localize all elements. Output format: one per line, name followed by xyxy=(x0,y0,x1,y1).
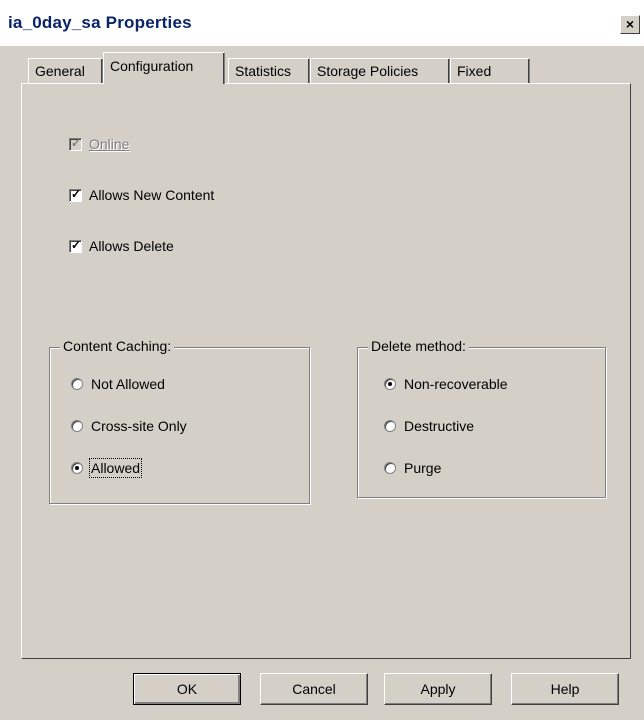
properties-dialog: ia_0day_sa Properties × General Configur… xyxy=(0,0,644,720)
radio-button[interactable] xyxy=(384,462,396,474)
help-button[interactable]: Help xyxy=(511,673,619,705)
check-icon: ✓ xyxy=(71,135,82,150)
allows-delete-checkbox[interactable]: ✓ xyxy=(69,237,82,253)
radio-button[interactable] xyxy=(71,420,83,432)
allows-new-content-label: Allows New Content xyxy=(89,187,215,203)
radio-label: Non-recoverable xyxy=(404,376,508,392)
allows-new-content-checkbox[interactable]: ✓ xyxy=(69,186,82,202)
allows-new-content-row[interactable]: ✓ Allows New Content xyxy=(69,184,214,206)
ok-button[interactable]: OK xyxy=(133,673,241,705)
title-bar[interactable]: ia_0day_sa Properties × xyxy=(0,0,644,46)
radio-non-recoverable[interactable]: Non-recoverable xyxy=(384,373,508,395)
delete-method-legend: Delete method: xyxy=(368,338,469,354)
radio-allowed[interactable]: Allowed xyxy=(71,457,143,479)
radio-label: Not Allowed xyxy=(91,376,165,392)
radio-label: Purge xyxy=(404,460,442,476)
online-checkbox[interactable]: ✓ xyxy=(69,135,82,151)
allows-delete-label: Allows Delete xyxy=(89,238,174,254)
check-icon: ✓ xyxy=(71,186,82,201)
radio-label: Cross-site Only xyxy=(91,418,187,434)
online-checkbox-row[interactable]: ✓ Online xyxy=(69,133,129,155)
tab-statistics[interactable]: Statistics xyxy=(228,58,310,83)
radio-button[interactable] xyxy=(384,420,396,432)
cancel-button[interactable]: Cancel xyxy=(260,673,368,705)
tab-storage-policies[interactable]: Storage Policies xyxy=(310,58,450,83)
allows-delete-row[interactable]: ✓ Allows Delete xyxy=(69,235,174,257)
online-label: Online xyxy=(89,136,130,152)
radio-cross-site-only[interactable]: Cross-site Only xyxy=(71,415,187,437)
window-title: ia_0day_sa Properties xyxy=(8,13,192,32)
radio-button[interactable] xyxy=(71,378,83,390)
radio-button-selected[interactable] xyxy=(384,378,396,390)
radio-not-allowed[interactable]: Not Allowed xyxy=(71,373,165,395)
tab-fixed[interactable]: Fixed xyxy=(450,58,530,83)
check-icon: ✓ xyxy=(71,237,82,252)
radio-destructive[interactable]: Destructive xyxy=(384,415,474,437)
content-caching-legend: Content Caching: xyxy=(60,338,175,354)
radio-label: Destructive xyxy=(404,418,475,434)
radio-purge[interactable]: Purge xyxy=(384,457,441,479)
radio-button-selected[interactable] xyxy=(71,462,83,474)
close-icon[interactable]: × xyxy=(620,15,640,34)
apply-button[interactable]: Apply xyxy=(384,673,492,705)
radio-label: Allowed xyxy=(88,458,143,478)
tab-configuration[interactable]: Configuration xyxy=(103,52,225,84)
tab-general[interactable]: General xyxy=(28,58,103,83)
